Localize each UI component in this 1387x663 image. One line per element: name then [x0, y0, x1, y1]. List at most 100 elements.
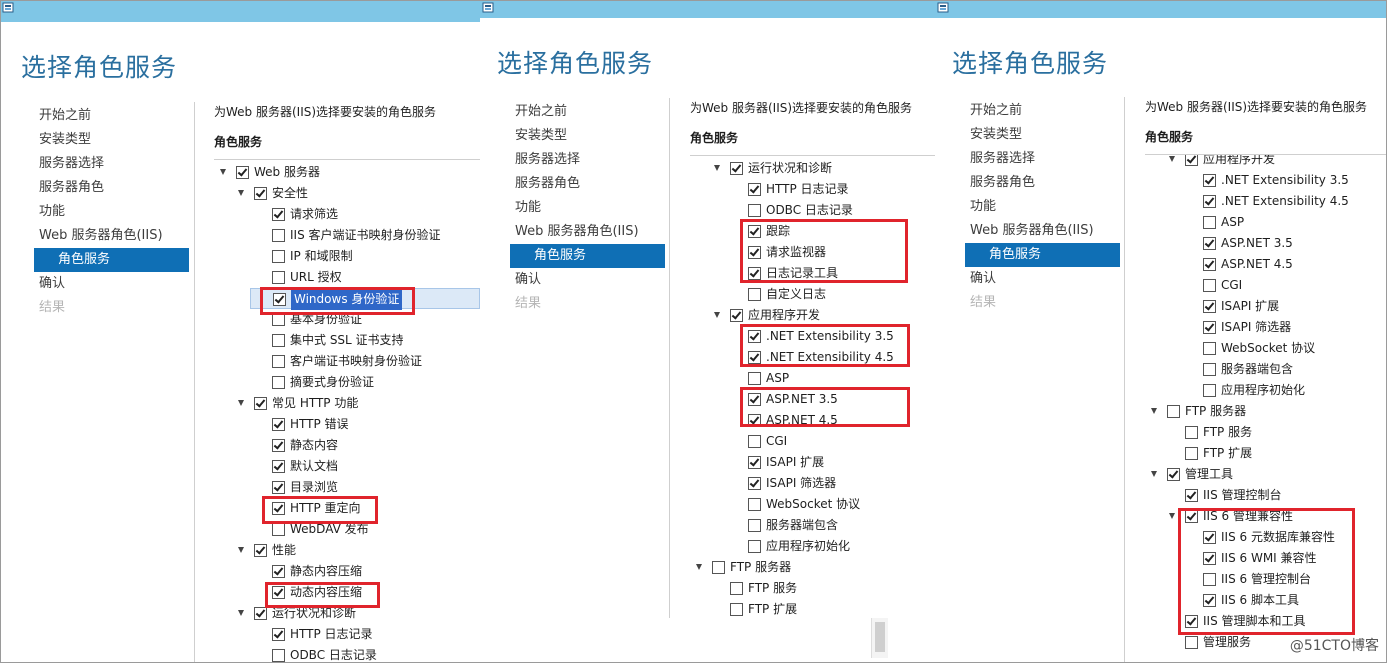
- checkbox[interactable]: [1203, 174, 1216, 187]
- tree-row[interactable]: .NET Extensibility 3.5: [690, 326, 935, 347]
- tree-row[interactable]: IIS 6 WMI 兼容性: [1145, 548, 1387, 569]
- checkbox[interactable]: [748, 498, 761, 511]
- tree-row[interactable]: IP 和域限制: [214, 246, 480, 267]
- tree-row[interactable]: WebSocket 协议: [690, 494, 935, 515]
- checkbox[interactable]: [1203, 237, 1216, 250]
- tree-row[interactable]: Web 服务器: [214, 162, 480, 183]
- checkbox[interactable]: [730, 309, 743, 322]
- checkbox[interactable]: [272, 628, 285, 641]
- tree-row[interactable]: IIS 管理脚本和工具: [1145, 611, 1387, 632]
- checkbox[interactable]: [273, 293, 286, 306]
- nav-item[interactable]: Web 服务器角色(IIS): [34, 224, 189, 248]
- nav-item[interactable]: 安装类型: [510, 124, 665, 148]
- tree-row[interactable]: HTTP 日志记录: [214, 624, 480, 645]
- nav-item[interactable]: Web 服务器角色(IIS): [510, 220, 665, 244]
- tree-row[interactable]: 默认文档: [214, 456, 480, 477]
- tree-row[interactable]: Windows 身份验证: [250, 288, 480, 310]
- tree-row[interactable]: CGI: [690, 431, 935, 452]
- nav-item[interactable]: 功能: [510, 196, 665, 220]
- tree-row[interactable]: ODBC 日志记录: [690, 200, 935, 221]
- tree-row[interactable]: ASP.NET 4.5: [690, 410, 935, 431]
- tree-row[interactable]: 请求监视器: [690, 242, 935, 263]
- nav-item[interactable]: 服务器选择: [965, 147, 1120, 171]
- tree-row[interactable]: WebDAV 发布: [214, 519, 480, 540]
- tree-row[interactable]: 静态内容压缩: [214, 561, 480, 582]
- tree-row[interactable]: 基本身份验证: [214, 309, 480, 330]
- nav-item[interactable]: 开始之前: [34, 104, 189, 128]
- tree-row[interactable]: FTP 扩展: [1145, 443, 1387, 464]
- checkbox[interactable]: [1185, 510, 1198, 523]
- checkbox[interactable]: [748, 351, 761, 364]
- checkbox[interactable]: [272, 586, 285, 599]
- tree-row[interactable]: IIS 6 脚本工具: [1145, 590, 1387, 611]
- nav-item[interactable]: 开始之前: [510, 100, 665, 124]
- checkbox[interactable]: [1203, 594, 1216, 607]
- nav-item[interactable]: 服务器选择: [34, 152, 189, 176]
- expand-triangle-icon[interactable]: [238, 400, 244, 406]
- checkbox[interactable]: [272, 355, 285, 368]
- tree-row[interactable]: 服务器端包含: [1145, 359, 1387, 380]
- tree-row[interactable]: FTP 服务器: [690, 557, 935, 578]
- checkbox[interactable]: [272, 502, 285, 515]
- tree-row[interactable]: ASP: [1145, 212, 1387, 233]
- tree-row[interactable]: 动态内容压缩: [214, 582, 480, 603]
- expand-triangle-icon[interactable]: [696, 564, 702, 570]
- checkbox[interactable]: [254, 544, 267, 557]
- tree-row[interactable]: ODBC 日志记录: [214, 645, 480, 663]
- nav-item[interactable]: 角色服务: [34, 248, 189, 272]
- tree-row[interactable]: 运行状况和诊断: [690, 158, 935, 179]
- checkbox[interactable]: [1167, 405, 1180, 418]
- tree-row[interactable]: ASP: [690, 368, 935, 389]
- checkbox[interactable]: [272, 271, 285, 284]
- tree-row[interactable]: WebSocket 协议: [1145, 338, 1387, 359]
- checkbox[interactable]: [1185, 489, 1198, 502]
- checkbox[interactable]: [272, 208, 285, 221]
- tree-row[interactable]: 目录浏览: [214, 477, 480, 498]
- checkbox[interactable]: [712, 561, 725, 574]
- checkbox[interactable]: [272, 250, 285, 263]
- expand-triangle-icon[interactable]: [1169, 156, 1175, 162]
- checkbox[interactable]: [272, 523, 285, 536]
- checkbox[interactable]: [730, 603, 743, 616]
- checkbox[interactable]: [748, 519, 761, 532]
- checkbox[interactable]: [748, 477, 761, 490]
- tree-row[interactable]: FTP 服务: [690, 578, 935, 599]
- checkbox[interactable]: [254, 607, 267, 620]
- tree-row[interactable]: IIS 6 管理兼容性: [1145, 506, 1387, 527]
- checkbox[interactable]: [1203, 552, 1216, 565]
- checkbox[interactable]: [236, 166, 249, 179]
- checkbox[interactable]: [1185, 155, 1198, 166]
- checkbox[interactable]: [1185, 426, 1198, 439]
- checkbox[interactable]: [272, 229, 285, 242]
- tree-scrollbar[interactable]: [871, 618, 888, 658]
- tree-row[interactable]: 客户端证书映射身份验证: [214, 351, 480, 372]
- checkbox[interactable]: [272, 334, 285, 347]
- tree-row[interactable]: 集中式 SSL 证书支持: [214, 330, 480, 351]
- tree-row[interactable]: 应用程序开发: [690, 305, 935, 326]
- tree-row[interactable]: 常见 HTTP 功能: [214, 393, 480, 414]
- checkbox[interactable]: [748, 414, 761, 427]
- tree-row[interactable]: .NET Extensibility 4.5: [690, 347, 935, 368]
- expand-triangle-icon[interactable]: [714, 165, 720, 171]
- nav-item[interactable]: Web 服务器角色(IIS): [965, 219, 1120, 243]
- nav-item[interactable]: 功能: [965, 195, 1120, 219]
- expand-triangle-icon[interactable]: [1151, 471, 1157, 477]
- tree-row[interactable]: ISAPI 筛选器: [690, 473, 935, 494]
- nav-item[interactable]: 确认: [34, 272, 189, 296]
- checkbox[interactable]: [272, 439, 285, 452]
- checkbox[interactable]: [1185, 447, 1198, 460]
- tree-row[interactable]: .NET Extensibility 3.5: [1145, 170, 1387, 191]
- checkbox[interactable]: [1203, 573, 1216, 586]
- checkbox[interactable]: [272, 460, 285, 473]
- checkbox[interactable]: [254, 397, 267, 410]
- checkbox[interactable]: [748, 540, 761, 553]
- checkbox[interactable]: [1167, 468, 1180, 481]
- checkbox[interactable]: [748, 372, 761, 385]
- tree-row[interactable]: 应用程序初始化: [1145, 380, 1387, 401]
- tree-row[interactable]: FTP 服务器: [1145, 401, 1387, 422]
- expand-triangle-icon[interactable]: [714, 312, 720, 318]
- tree-row[interactable]: 服务器端包含: [690, 515, 935, 536]
- checkbox[interactable]: [748, 246, 761, 259]
- checkbox[interactable]: [748, 288, 761, 301]
- tree-row[interactable]: IIS 6 元数据库兼容性: [1145, 527, 1387, 548]
